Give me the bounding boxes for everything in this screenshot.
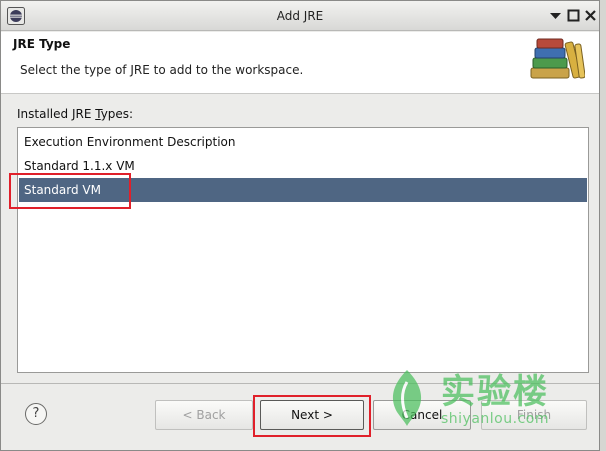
- help-button[interactable]: ?: [25, 403, 47, 425]
- watermark-url-text: shiyanlou.com: [441, 411, 549, 427]
- page-description: Select the type of JRE to add to the wor…: [20, 63, 304, 77]
- watermark-chinese-text: 实验楼: [441, 372, 549, 412]
- minimize-icon[interactable]: [548, 8, 563, 23]
- highlight-next-button: [253, 395, 371, 437]
- window-title: Add JRE: [276, 9, 324, 23]
- watermark: 实验楼 shiyanlou.com: [385, 364, 565, 436]
- wizard-header: JRE Type Select the type of JRE to add t…: [1, 32, 599, 94]
- list-item-execution-environment[interactable]: Execution Environment Description: [19, 130, 587, 154]
- maximize-icon[interactable]: [566, 8, 581, 23]
- close-icon[interactable]: [583, 8, 598, 23]
- highlight-standard-vm: [9, 173, 131, 209]
- jre-types-list[interactable]: Execution Environment Description Standa…: [17, 127, 589, 373]
- add-jre-dialog: Add JRE JRE Type Select the type of JRE …: [0, 0, 600, 451]
- installed-types-label: Installed JRE Types:: [17, 107, 134, 121]
- back-button[interactable]: < Back: [155, 400, 253, 430]
- leaf-logo-icon: [392, 370, 422, 426]
- page-title: JRE Type: [13, 37, 71, 51]
- title-bar[interactable]: Add JRE: [1, 1, 599, 31]
- library-books-icon: [530, 38, 585, 79]
